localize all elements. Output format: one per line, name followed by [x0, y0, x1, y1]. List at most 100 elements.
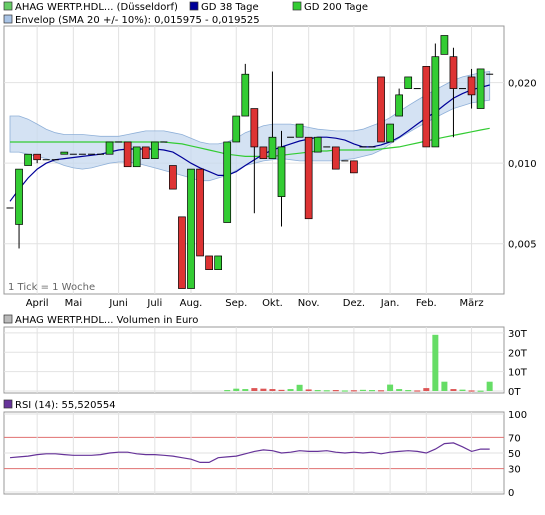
candle: [386, 123, 394, 143]
volume-bar: [341, 390, 348, 392]
legend-envelope-label: Envelop (SMA 20 +/- 10%): 0,015975 - 0,0…: [15, 15, 260, 26]
month-label: Dez.: [343, 298, 365, 309]
month-label: Aug.: [180, 298, 203, 309]
candle-body: [277, 146, 286, 197]
candle-body: [295, 123, 304, 138]
candle-body: [205, 255, 213, 270]
candle-body: [223, 141, 232, 223]
candle: [141, 146, 150, 159]
volume-bar: [332, 390, 339, 392]
candle: [331, 146, 340, 170]
candle-body: [404, 76, 413, 89]
candle: [123, 141, 132, 168]
candle-body: [476, 68, 485, 109]
legend-swatch-gd200: [292, 1, 302, 11]
volume-bar: [260, 388, 267, 391]
volume-bar: [314, 390, 321, 392]
main-y-axis: 0,005 0,010 0,020: [508, 79, 537, 251]
month-label: März: [459, 298, 483, 309]
volume-bar: [486, 381, 493, 391]
volume-bar: [441, 381, 448, 391]
candle-body: [440, 35, 449, 55]
candle: [313, 136, 322, 153]
candle-body: [431, 56, 440, 148]
volume-bar: [278, 389, 285, 392]
candle-body: [313, 136, 322, 153]
candle: [178, 216, 186, 289]
candle-body: [105, 141, 114, 155]
candle-body: [386, 123, 394, 143]
volume-bar: [296, 384, 303, 391]
volume-bar: [378, 390, 385, 392]
volume-bar: [459, 389, 466, 391]
rsi-tick-label: 50: [508, 449, 521, 460]
candle: [187, 168, 195, 289]
candle: [377, 76, 385, 143]
candle-body: [232, 115, 241, 143]
volume-bar: [450, 389, 457, 391]
price-tick-label: 0,005: [508, 240, 537, 251]
tick-note: 1 Tick = 1 Woche: [8, 282, 95, 293]
legend-swatch-envelope: [3, 14, 13, 24]
volume-legend-label: AHAG WERTP.HDL... Volumen in Euro: [15, 315, 198, 326]
candle-body: [132, 146, 141, 168]
volume-bar: [396, 389, 403, 391]
candle: [105, 141, 114, 155]
volume-bar: [414, 390, 421, 392]
candle-body: [196, 168, 204, 257]
month-label: Jan.: [380, 298, 400, 309]
candle-body: [259, 146, 268, 159]
candle: [404, 76, 413, 89]
month-label: Sep.: [225, 298, 247, 309]
candle-body: [150, 141, 159, 159]
candle: [422, 66, 431, 148]
legend-price-label: AHAG WERTP.HDL... (Düsseldorf): [15, 2, 178, 13]
volume-tick-label: 20T: [508, 348, 528, 359]
candle-body: [395, 94, 403, 117]
candle-body: [331, 146, 340, 170]
candle-body: [449, 56, 458, 89]
month-label: Nov.: [298, 298, 320, 309]
candle: [476, 68, 485, 109]
rsi-y-axis: 0 30 50 70 100: [508, 410, 527, 499]
rsi-legend-swatch: [3, 399, 13, 409]
stock-chart: AHAG WERTP.HDL... (Düsseldorf) GD 38 Tag…: [3, 1, 537, 499]
legend-swatch-price: [3, 1, 13, 11]
legend-gd38-label: GD 38 Tage: [201, 2, 259, 13]
legend-gd200-label: GD 200 Tage: [304, 2, 368, 13]
candle: [295, 123, 304, 138]
candle-body: [24, 153, 32, 166]
volume-bar: [323, 390, 330, 392]
volume-bar: [405, 390, 412, 392]
candle: [205, 255, 213, 270]
volume-bar: [287, 389, 294, 391]
candle: [232, 115, 241, 143]
price-tick-label: 0,020: [508, 79, 537, 90]
candle-body: [141, 146, 150, 159]
candle: [214, 255, 222, 270]
volume-y-axis: 0T 10T 20T 30T: [508, 329, 528, 398]
candle-body: [123, 141, 132, 168]
candle: [24, 153, 32, 166]
x-axis-months: April Mai Juni Juli Aug. Sep. Okt. Nov. Dez. Jan.…: [26, 298, 484, 309]
volume-bar: [369, 390, 375, 392]
month-label: April: [26, 298, 49, 309]
candle-body: [241, 73, 250, 117]
volume-bar: [387, 384, 394, 391]
candle: [223, 141, 232, 223]
candle: [440, 35, 449, 55]
volume-tick-label: 30T: [508, 329, 528, 340]
month-label: Juni: [108, 298, 127, 309]
volume-bar: [350, 390, 357, 392]
rsi-legend-label: RSI (14): 55,520554: [15, 400, 116, 411]
volume-bar: [432, 334, 439, 391]
candle-body: [178, 216, 186, 289]
month-label: Mai: [65, 298, 83, 309]
candle-body: [214, 255, 222, 270]
candle: [196, 168, 204, 257]
rsi-tick-label: 100: [508, 410, 527, 421]
candle-body: [467, 76, 476, 96]
candle-body: [350, 160, 358, 174]
volume-legend-swatch: [3, 314, 13, 324]
volume-bar: [269, 389, 276, 391]
